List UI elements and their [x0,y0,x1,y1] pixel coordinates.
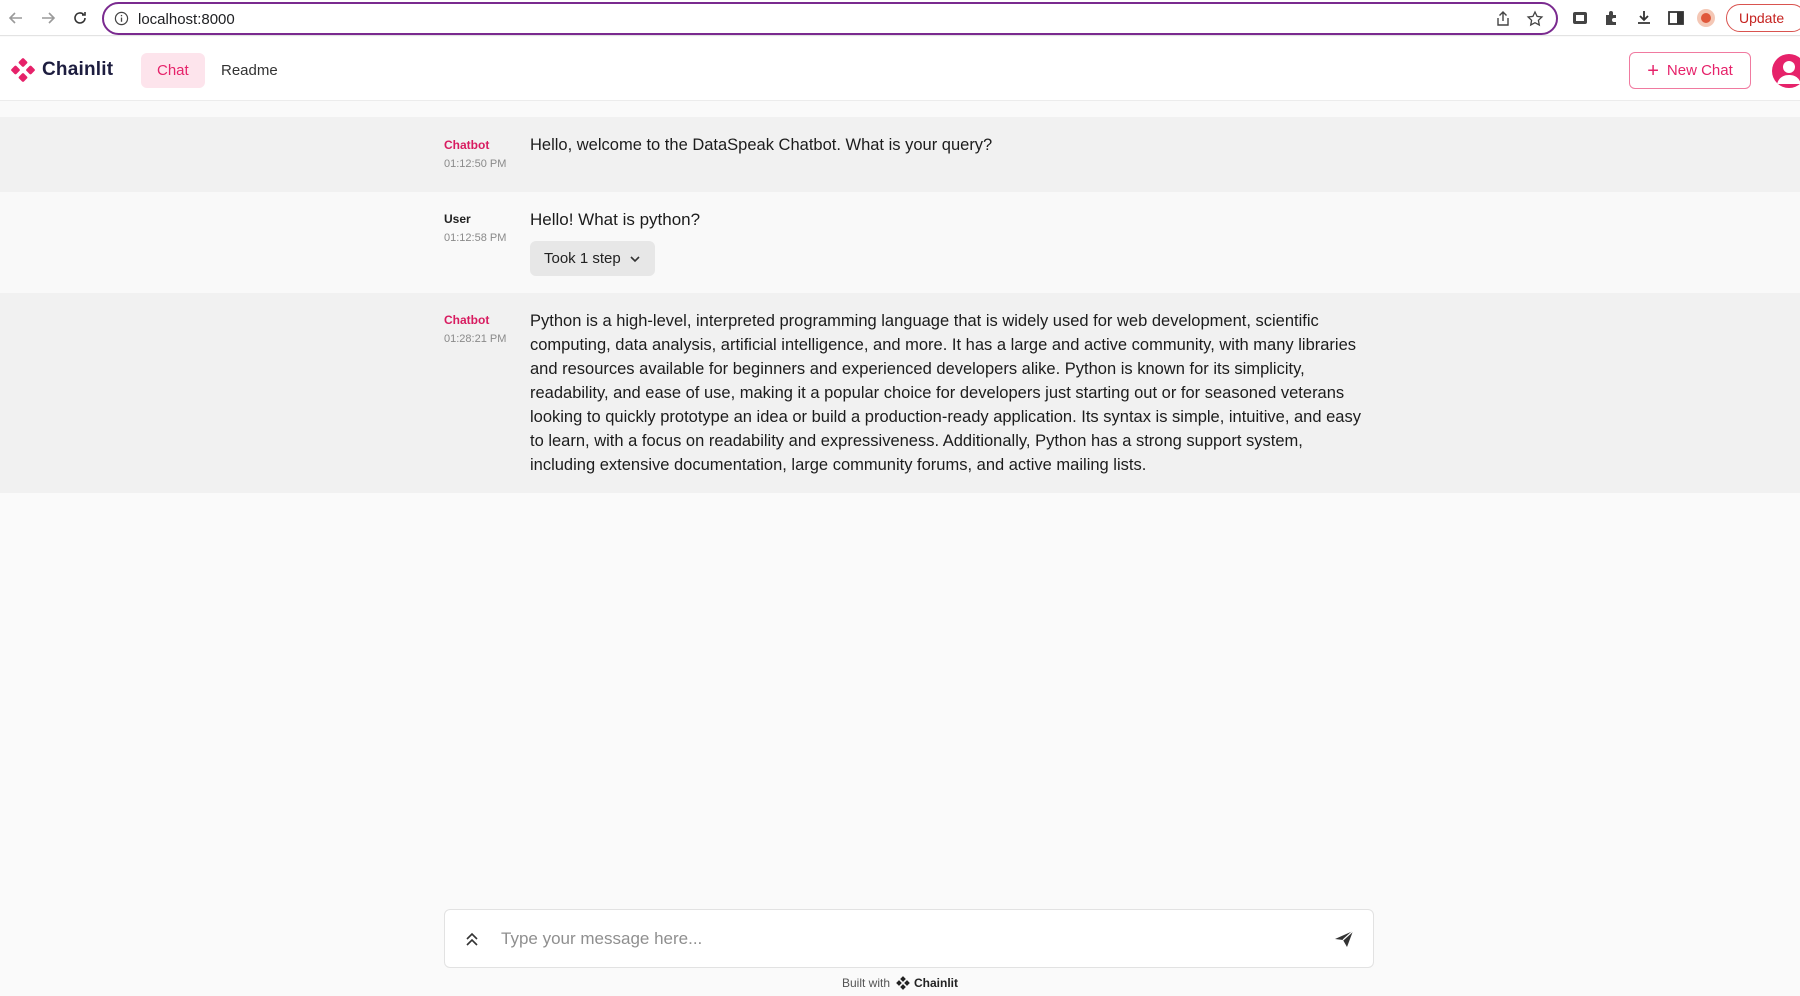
user-avatar[interactable] [1772,54,1800,88]
new-chat-label: New Chat [1666,62,1733,79]
message-row: Chatbot 01:28:21 PM Python is a high-lev… [0,293,1800,493]
message-composer [444,909,1374,968]
reload-icon[interactable] [70,8,90,28]
message-author: Chatbot [444,138,490,152]
chainlit-logo-icon [11,58,35,82]
step-label: Took 1 step [544,250,621,267]
url-text: localhost:8000 [138,11,235,28]
message-author: Chatbot [444,313,490,327]
message-author: User [444,212,471,226]
back-icon[interactable] [6,8,26,28]
footer-brand[interactable]: Chainlit [896,976,958,990]
bookmark-star-icon[interactable] [1526,10,1544,28]
address-bar[interactable]: localhost:8000 [102,2,1558,35]
chevron-down-icon [630,255,640,262]
puzzle-icon[interactable] [1602,8,1622,28]
chainlit-logo-icon [896,976,910,990]
download-icon[interactable] [1634,8,1654,28]
app-header: Chainlit Chat Readme + New Chat [0,37,1800,101]
profile-icon[interactable] [1696,8,1716,28]
tab-chat[interactable]: Chat [141,53,205,88]
footer-brand-name: Chainlit [914,976,959,990]
message-timestamp: 01:28:21 PM [444,333,507,345]
message-timestamp: 01:12:50 PM [444,158,507,170]
browser-toolbar: localhost:8000 Update [0,0,1800,36]
message-row: Chatbot 01:12:50 PM Hello, welcome to th… [0,117,1800,192]
message-input[interactable] [501,924,1301,954]
brand-logo[interactable]: Chainlit [10,57,113,83]
extension-icon[interactable] [1570,8,1590,28]
step-toggle-button[interactable]: Took 1 step [530,241,655,276]
site-info-icon[interactable] [114,11,129,26]
send-icon[interactable] [1333,929,1355,949]
side-panel-icon[interactable] [1666,8,1686,28]
message-row: User 01:12:58 PM Hello! What is python? … [0,192,1800,293]
update-button[interactable]: Update [1726,4,1800,32]
message-timestamp: 01:12:58 PM [444,232,507,244]
plus-icon: + [1647,59,1659,82]
message-content: Hello, welcome to the DataSpeak Chatbot.… [530,136,993,154]
forward-icon[interactable] [38,8,58,28]
message-content: Hello! What is python? [530,210,701,229]
footer-prefix: Built with [841,976,891,990]
brand-name: Chainlit [42,59,114,80]
new-chat-button[interactable]: + New Chat [1629,52,1751,89]
footer: Built with Chainlit [0,976,1800,990]
user-icon [1777,61,1800,84]
expand-up-icon[interactable] [463,930,481,948]
share-icon[interactable] [1494,10,1512,28]
tab-readme[interactable]: Readme [205,53,294,88]
message-content: Python is a high-level, interpreted prog… [530,312,1361,474]
